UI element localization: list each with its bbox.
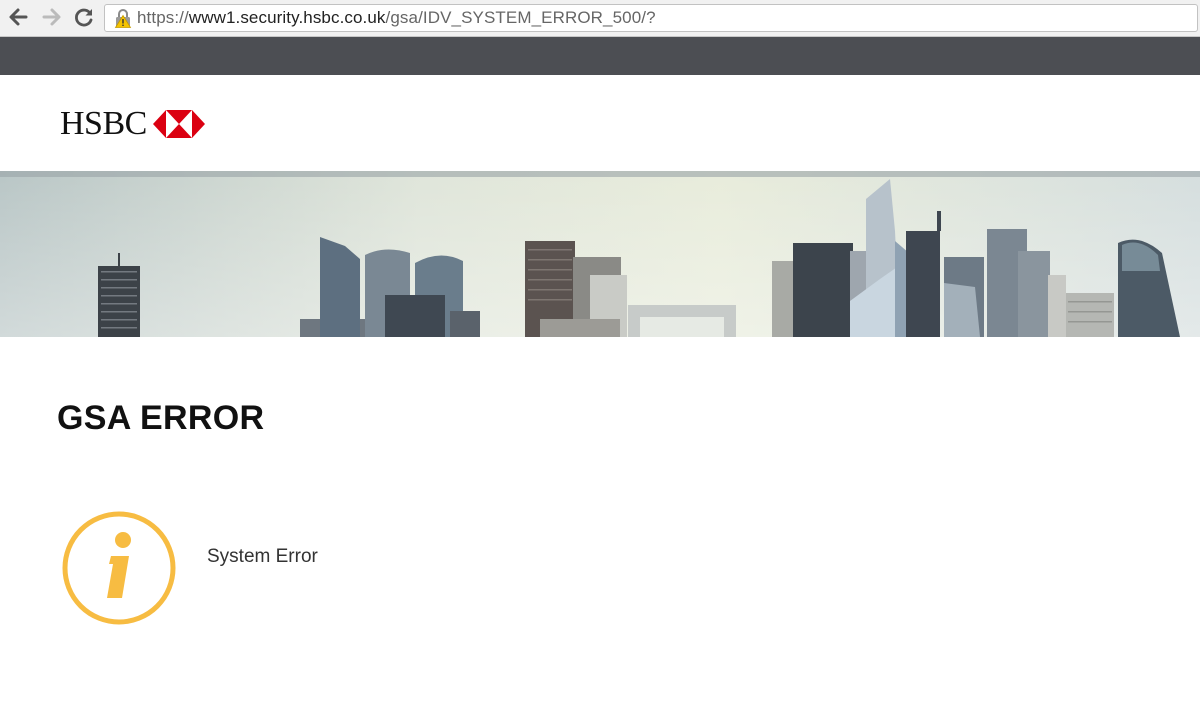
reload-button[interactable] <box>72 5 96 29</box>
skyline-illustration <box>0 171 1200 337</box>
logo-wordmark: HSBC <box>60 105 147 142</box>
back-button[interactable] <box>6 5 30 29</box>
page-title: GSA ERROR <box>57 399 265 437</box>
forward-button[interactable] <box>40 5 64 29</box>
url-text: https://www1.security.hsbc.co.uk/gsa/IDV… <box>137 8 656 27</box>
lock-warning-icon[interactable] <box>113 8 133 28</box>
arrow-left-icon <box>9 8 28 26</box>
hexagon-logo-icon <box>152 110 205 138</box>
browser-toolbar: https://www1.security.hsbc.co.uk/gsa/IDV… <box>0 0 1200 37</box>
info-icon <box>61 510 177 626</box>
address-bar[interactable]: https://www1.security.hsbc.co.uk/gsa/IDV… <box>104 4 1198 32</box>
top-strip <box>0 37 1200 75</box>
hsbc-logo[interactable]: HSBC <box>60 107 205 141</box>
skyline-banner <box>0 171 1200 337</box>
reload-icon <box>75 8 93 27</box>
arrow-right-icon <box>42 8 61 26</box>
error-message: System Error <box>207 546 318 567</box>
site-header: HSBC <box>0 75 1200 171</box>
